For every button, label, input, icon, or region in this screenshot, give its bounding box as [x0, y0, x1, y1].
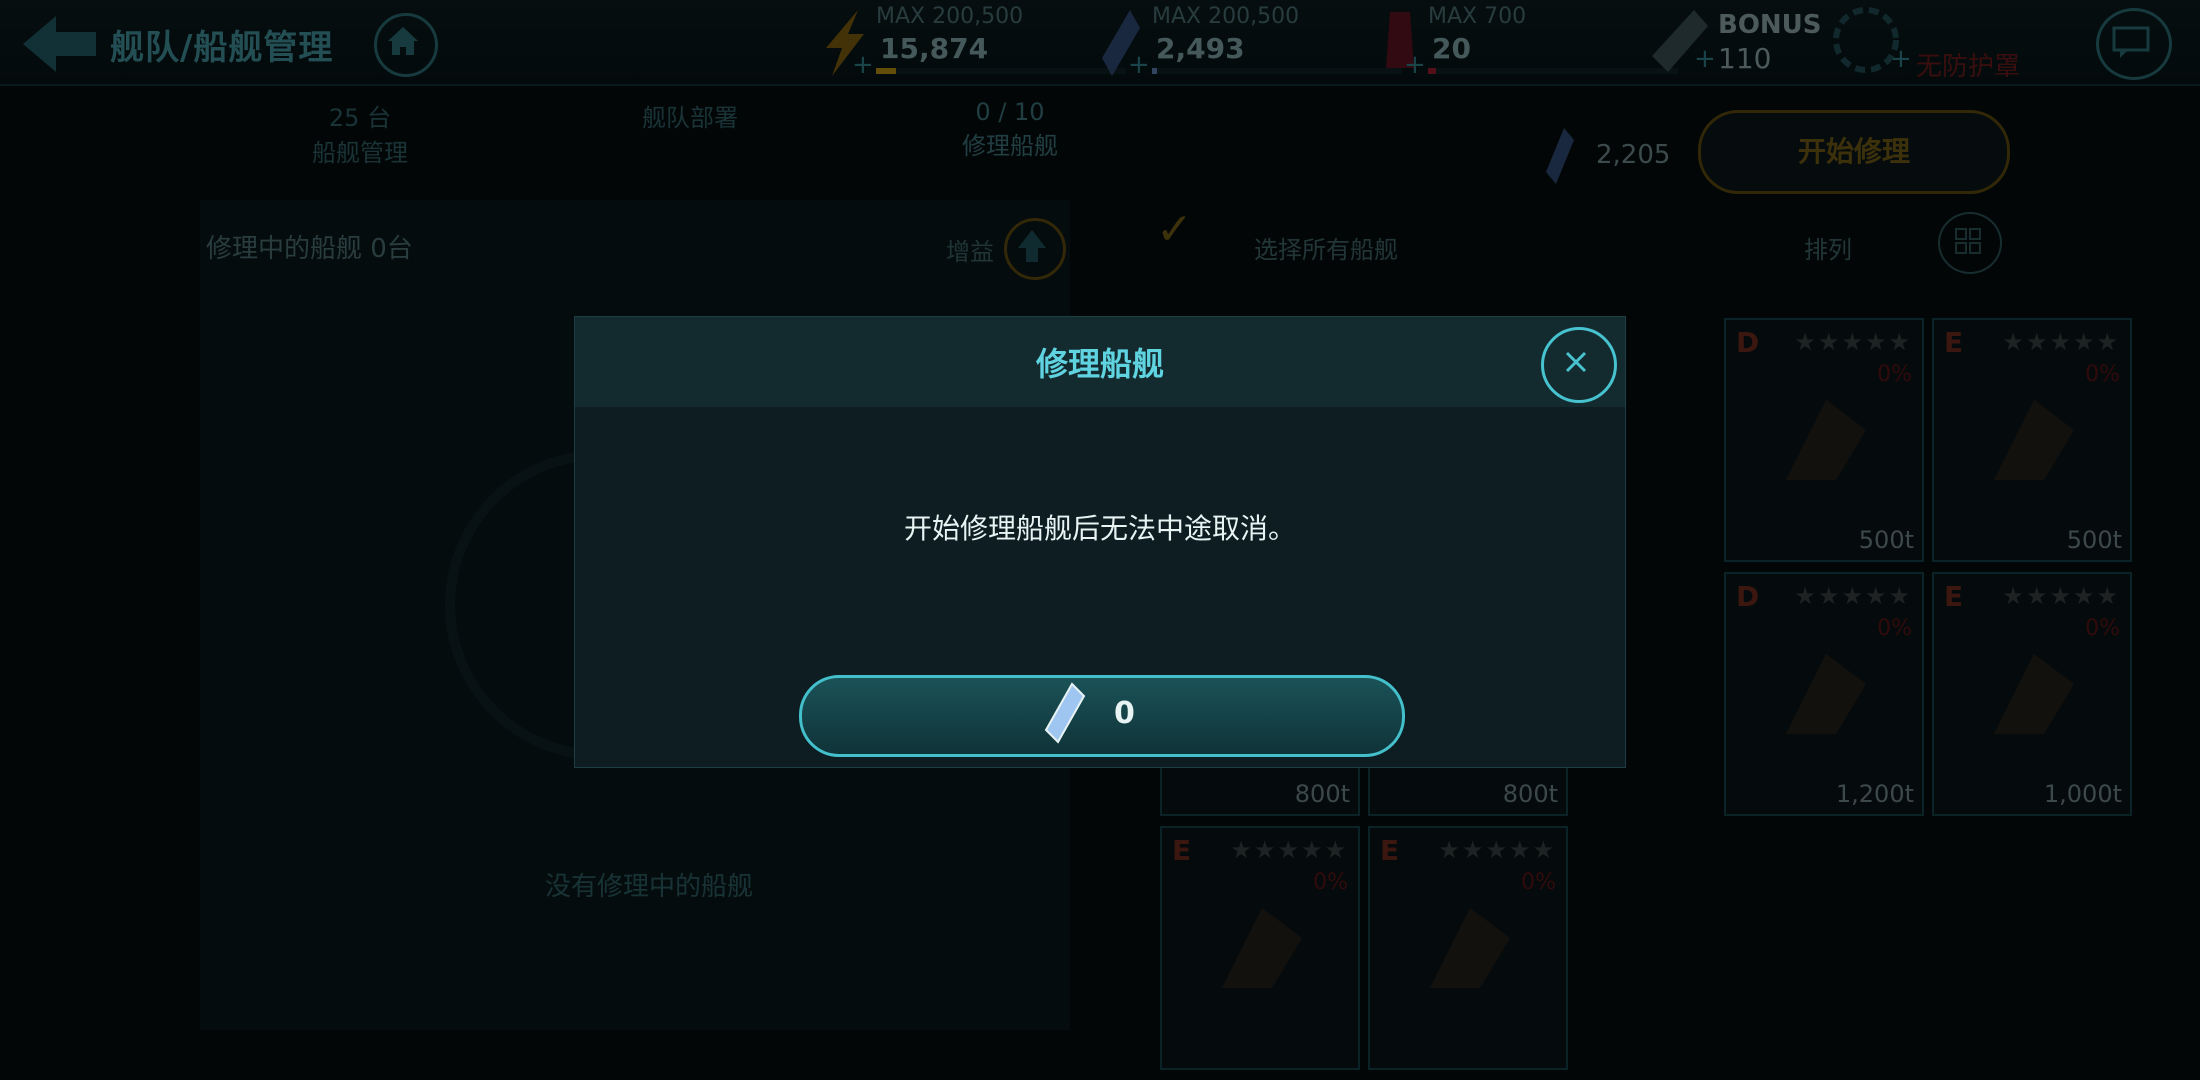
crystal-icon: [1044, 682, 1086, 744]
confirm-cost: 0: [1114, 696, 1135, 731]
close-icon: [1565, 351, 1587, 373]
close-button[interactable]: [1541, 327, 1617, 403]
dialog-title: 修理船舰: [1035, 345, 1164, 383]
confirm-repair-button[interactable]: 0: [799, 675, 1405, 757]
repair-dialog: 修理船舰 开始修理船舰后无法中途取消。 0: [574, 316, 1626, 768]
dialog-message: 开始修理船舰后无法中途取消。: [903, 512, 1296, 545]
